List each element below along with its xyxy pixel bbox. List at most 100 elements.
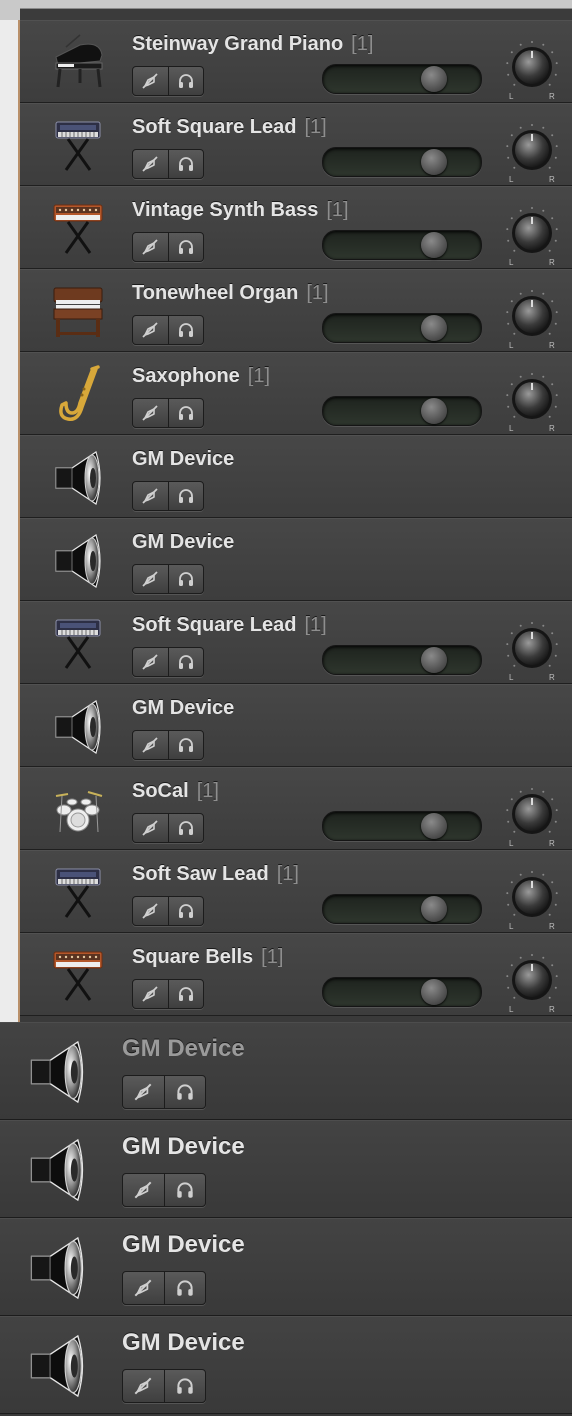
solo-button[interactable] (163, 1370, 206, 1402)
mute-button[interactable] (133, 67, 168, 95)
track-list: Steinway Grand Piano [1] L R Soft Square … (20, 20, 572, 1016)
mute-button[interactable] (133, 316, 168, 344)
headphones-icon (178, 406, 193, 420)
mute-button[interactable] (133, 150, 168, 178)
headphones-icon (178, 821, 193, 835)
mute-button[interactable] (133, 814, 168, 842)
solo-button[interactable] (167, 565, 204, 593)
solo-button[interactable] (167, 399, 204, 427)
track-name: GM Device (122, 1231, 245, 1258)
track-buttons (132, 564, 204, 594)
mute-button[interactable] (123, 1076, 164, 1108)
gm-track-header[interactable]: GM Device (0, 1120, 572, 1218)
track-count: [1] (351, 33, 374, 55)
pan-knob[interactable]: L R (504, 371, 560, 433)
volume-slider[interactable] (322, 894, 482, 924)
headphones-icon (178, 323, 193, 337)
solo-button[interactable] (167, 980, 204, 1008)
solo-button[interactable] (167, 316, 204, 344)
mute-button[interactable] (133, 399, 168, 427)
solo-button[interactable] (167, 648, 204, 676)
track-header[interactable]: Square Bells [1] L R (20, 933, 572, 1016)
solo-button[interactable] (167, 897, 204, 925)
track-buttons (132, 979, 204, 1009)
solo-button[interactable] (167, 731, 204, 759)
track-header[interactable]: Steinway Grand Piano [1] L R (20, 20, 572, 103)
mute-button[interactable] (123, 1370, 164, 1402)
gm-track-header[interactable]: GM Device (0, 1218, 572, 1316)
solo-button[interactable] (167, 67, 204, 95)
track-header[interactable]: SoCal [1] L R (20, 767, 572, 850)
track-header[interactable]: GM Device (20, 435, 572, 518)
track-header[interactable]: Vintage Synth Bass [1] L R (20, 186, 572, 269)
headphones-icon (177, 1280, 193, 1296)
volume-slider[interactable] (322, 64, 482, 94)
vintage-synth-icon (46, 944, 110, 1008)
pan-knob[interactable]: L R (504, 288, 560, 350)
solo-button[interactable] (163, 1076, 206, 1108)
volume-slider-handle[interactable] (420, 813, 447, 839)
volume-slider-handle[interactable] (420, 896, 447, 922)
pan-knob[interactable]: L R (504, 39, 560, 101)
pan-knob[interactable]: L R (504, 869, 560, 931)
track-buttons (122, 1173, 206, 1207)
track-header[interactable]: GM Device (20, 684, 572, 767)
volume-slider[interactable] (322, 313, 482, 343)
volume-slider-handle[interactable] (420, 232, 447, 258)
track-count: [1] (326, 199, 349, 221)
pan-right-label: R (549, 1005, 555, 1014)
track-header[interactable]: Soft Square Lead [1] L R (20, 103, 572, 186)
volume-slider[interactable] (322, 230, 482, 260)
track-header[interactable]: Tonewheel Organ [1] L R (20, 269, 572, 352)
volume-slider[interactable] (322, 977, 482, 1007)
solo-button[interactable] (167, 482, 204, 510)
synth-keyboard-icon (46, 861, 110, 925)
volume-slider-handle[interactable] (420, 149, 447, 175)
track-header[interactable]: Soft Saw Lead [1] L R (20, 850, 572, 933)
track-buttons (122, 1075, 206, 1109)
gm-device-list: GM Device GM Device GM Device GM Device (0, 1022, 572, 1414)
pan-knob[interactable]: L R (504, 620, 560, 682)
grand-piano-icon (46, 31, 110, 95)
pan-left-label: L (509, 922, 514, 931)
mute-icon (142, 571, 158, 587)
mute-button[interactable] (123, 1272, 164, 1304)
mute-icon (142, 654, 158, 670)
volume-slider-handle[interactable] (420, 398, 447, 424)
track-header[interactable]: Saxophone [1] L R (20, 352, 572, 435)
gm-track-header[interactable]: GM Device (0, 1316, 572, 1414)
solo-button[interactable] (167, 814, 204, 842)
pan-knob[interactable]: L R (504, 205, 560, 267)
mute-button[interactable] (133, 731, 168, 759)
volume-slider[interactable] (322, 811, 482, 841)
solo-button[interactable] (163, 1272, 206, 1304)
mute-button[interactable] (133, 648, 168, 676)
solo-button[interactable] (163, 1174, 206, 1206)
mute-button[interactable] (133, 482, 168, 510)
mute-button[interactable] (133, 233, 168, 261)
mute-button[interactable] (133, 565, 168, 593)
track-buttons (122, 1271, 206, 1305)
mute-button[interactable] (123, 1174, 164, 1206)
headphones-icon (178, 572, 193, 586)
gm-track-header[interactable]: GM Device (0, 1022, 572, 1120)
volume-slider-handle[interactable] (420, 647, 447, 673)
solo-button[interactable] (167, 150, 204, 178)
mute-button[interactable] (133, 897, 168, 925)
volume-slider[interactable] (322, 147, 482, 177)
pan-knob[interactable]: L R (504, 786, 560, 848)
volume-slider-handle[interactable] (420, 315, 447, 341)
track-header[interactable]: GM Device (20, 518, 572, 601)
volume-slider[interactable] (322, 645, 482, 675)
volume-slider-handle[interactable] (420, 979, 447, 1005)
solo-button[interactable] (167, 233, 204, 261)
track-header[interactable]: Soft Square Lead [1] L R (20, 601, 572, 684)
pan-knob[interactable]: L R (504, 952, 560, 1014)
pan-left-label: L (509, 673, 514, 682)
vintage-synth-icon (46, 197, 110, 261)
track-name: Soft Square Lead (132, 614, 297, 636)
pan-knob[interactable]: L R (504, 122, 560, 184)
volume-slider-handle[interactable] (420, 66, 447, 92)
volume-slider[interactable] (322, 396, 482, 426)
mute-button[interactable] (133, 980, 168, 1008)
